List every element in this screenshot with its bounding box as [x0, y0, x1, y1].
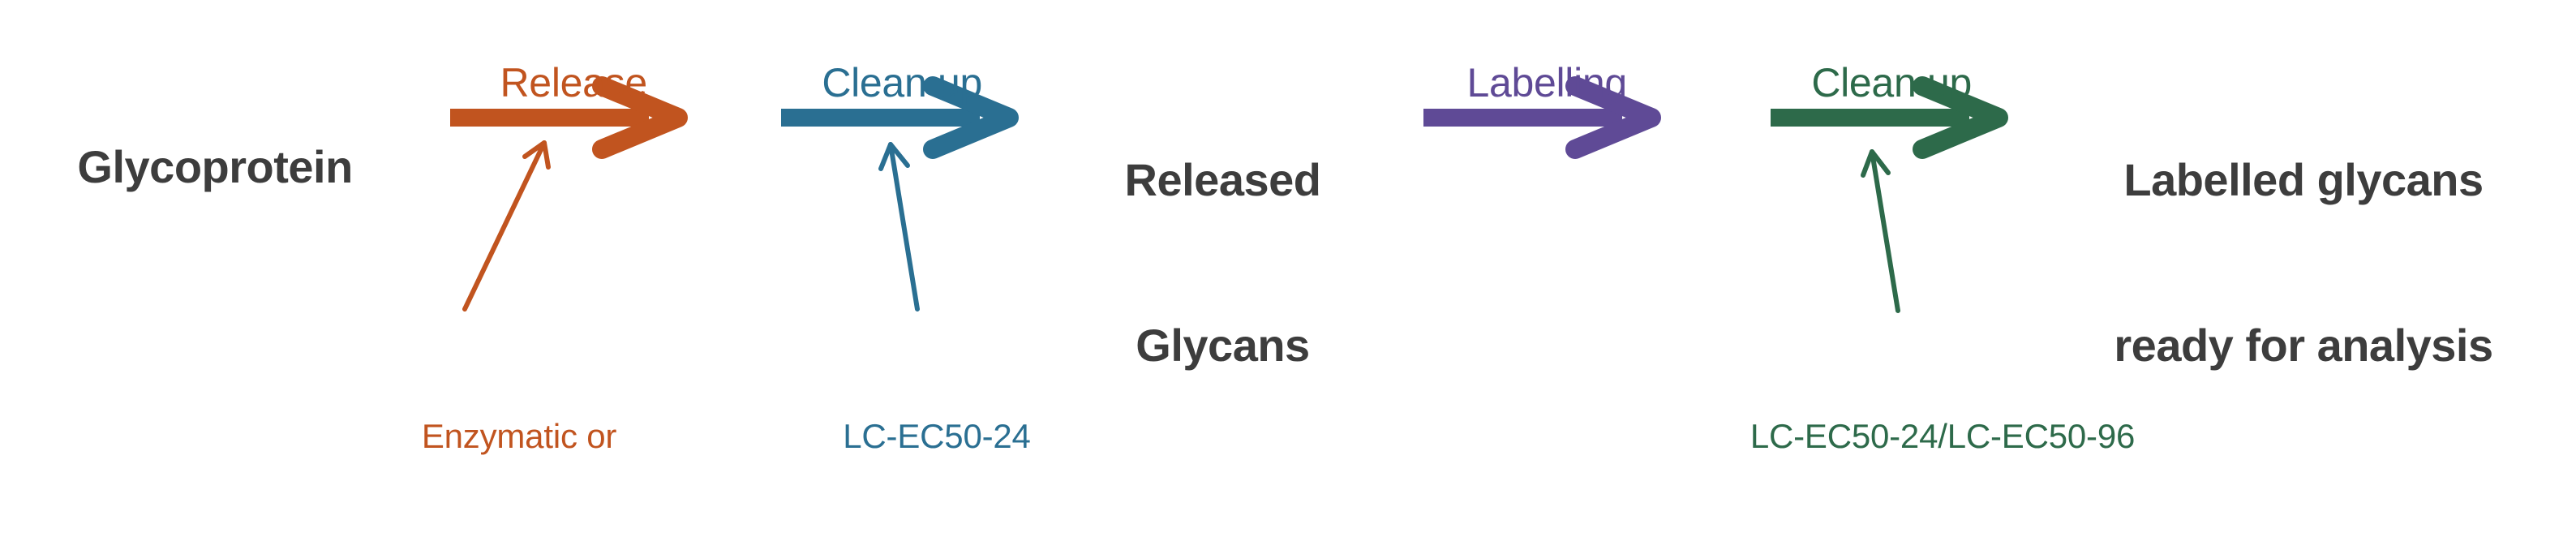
- node-labelled-glycans: Labelled glycans ready for analysis: [2052, 42, 2555, 483]
- step-label-labelling-text: Labelling: [1466, 60, 1627, 105]
- node-glycoprotein: Glycoprotein: [0, 84, 381, 250]
- node-glycoprotein-line1: Glycoprotein: [77, 141, 353, 192]
- node-released-glycans: Released Glycans: [1087, 42, 1359, 483]
- step-label-cleanup-1: Clean up: [750, 15, 1010, 151]
- step-label-labelling: Labelling: [1399, 15, 1651, 151]
- step-label-release: Release: [426, 15, 677, 151]
- node-released-glycans-line1: Released: [1124, 154, 1321, 205]
- step-label-cleanup-1-text: Clean up: [822, 60, 983, 105]
- step-label-cleanup-2: Clean up: [1740, 15, 1999, 151]
- node-labelled-glycans-line2: ready for analysis: [2114, 320, 2493, 371]
- step-label-release-text: Release: [500, 60, 648, 105]
- note-cleanup-1-line1: LC-EC50-24: [843, 417, 1031, 455]
- cleanup-2-note-leader: [1861, 149, 1900, 313]
- node-labelled-glycans-line1: Labelled glycans: [2123, 154, 2484, 205]
- release-note-leader: [462, 140, 551, 312]
- step-label-cleanup-2-text: Clean up: [1811, 60, 1973, 105]
- node-released-glycans-line2: Glycans: [1136, 320, 1310, 371]
- diagram-canvas: Glycoprotein Release Enzymatic or chemic…: [0, 0, 2576, 550]
- cleanup-1-note-leader: [878, 142, 920, 312]
- note-cleanup-1: LC-EC50-24 or LC-EC50-96: [754, 324, 1119, 550]
